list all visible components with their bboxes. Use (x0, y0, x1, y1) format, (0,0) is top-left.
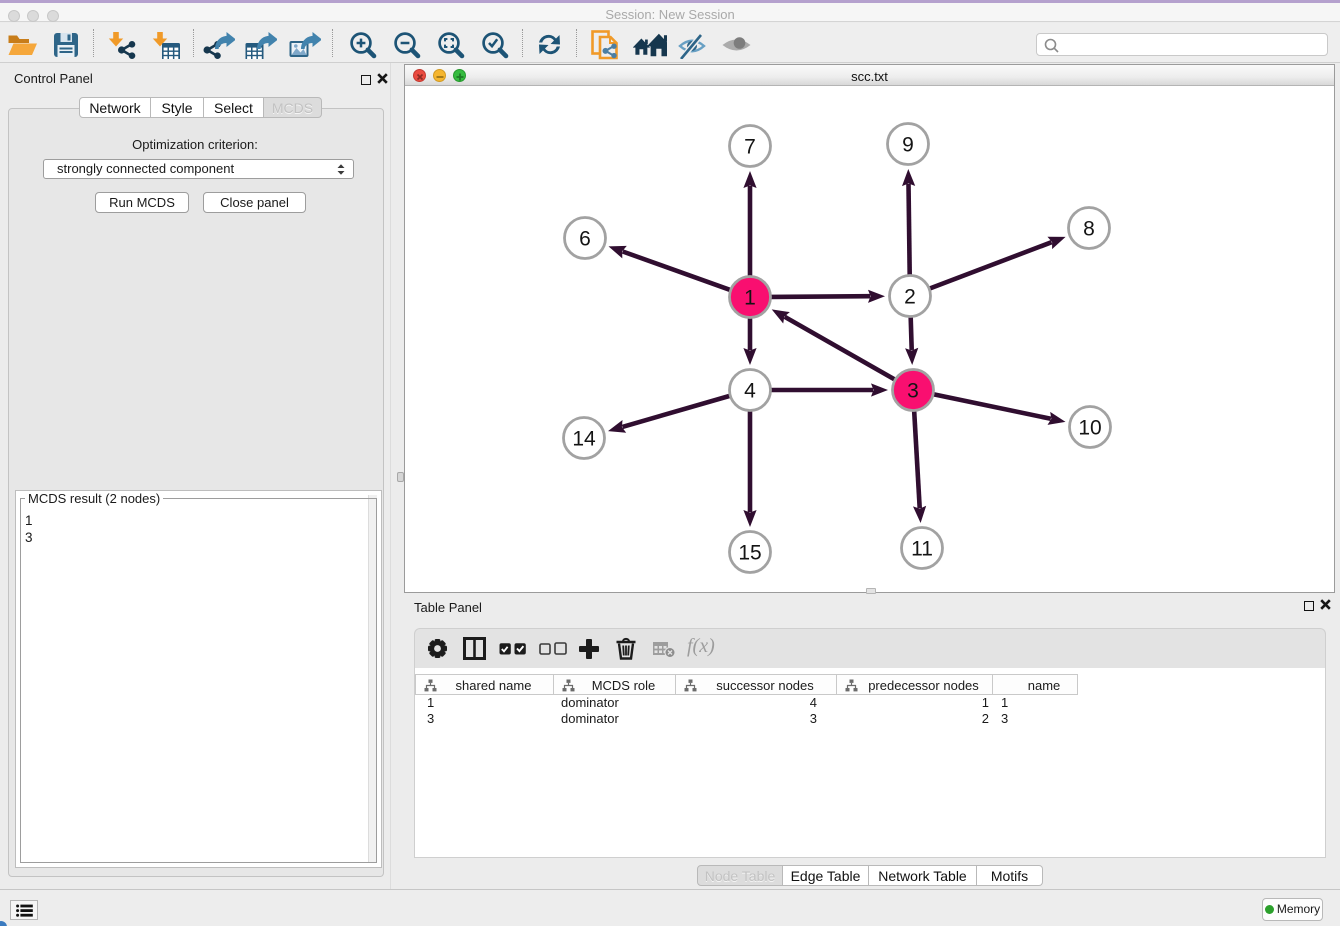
svg-text:1: 1 (744, 287, 756, 310)
svg-text:4: 4 (744, 380, 756, 403)
svg-text:2: 2 (904, 286, 916, 309)
svg-text:15: 15 (738, 542, 761, 565)
svg-text:14: 14 (572, 428, 596, 451)
svg-text:8: 8 (1083, 218, 1095, 241)
svg-text:6: 6 (579, 228, 591, 251)
svg-text:7: 7 (744, 136, 756, 159)
svg-text:9: 9 (902, 134, 914, 157)
svg-text:10: 10 (1078, 417, 1101, 440)
svg-text:11: 11 (911, 538, 933, 561)
svg-text:3: 3 (907, 380, 919, 403)
